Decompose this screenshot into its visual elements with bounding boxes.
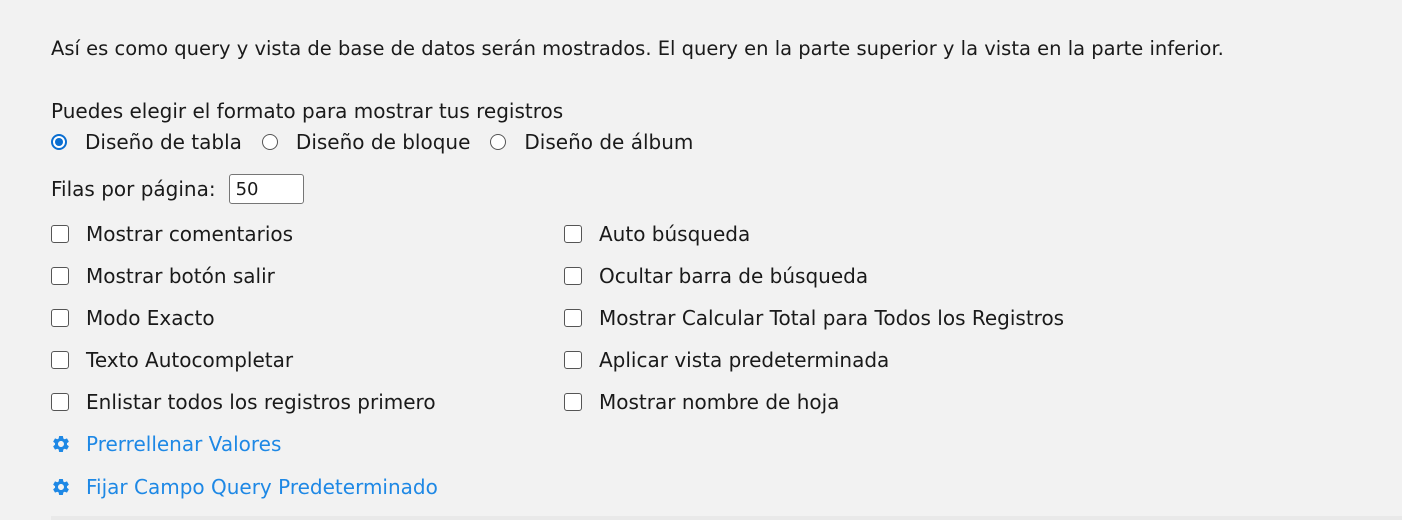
format-radio-group: Diseño de tabla Diseño de bloque Diseño … xyxy=(51,130,713,154)
radio-button[interactable] xyxy=(490,134,507,150)
checkbox[interactable] xyxy=(564,225,582,243)
checkbox[interactable] xyxy=(564,267,582,285)
prefill-values-label: Prerrellenar Valores xyxy=(86,432,282,456)
checkbox[interactable] xyxy=(51,267,69,285)
radio-button[interactable] xyxy=(261,134,278,150)
checkbox-exact-mode[interactable]: Modo Exacto xyxy=(51,306,215,330)
checkbox-label: Mostrar Calcular Total para Todos los Re… xyxy=(599,306,1065,330)
checkbox-label: Aplicar vista predeterminada xyxy=(599,348,890,372)
checkbox[interactable] xyxy=(51,309,69,327)
radio-label: Diseño de álbum xyxy=(524,130,694,154)
prefill-values-link[interactable]: Prerrellenar Valores xyxy=(51,432,281,456)
checkbox-label: Modo Exacto xyxy=(86,306,215,330)
set-default-query-field-link[interactable]: Fijar Campo Query Predeterminado xyxy=(51,475,438,499)
checkbox-show-calculate-total[interactable]: Mostrar Calcular Total para Todos los Re… xyxy=(564,306,1064,330)
radio-label: Diseño de tabla xyxy=(85,130,242,154)
checkbox[interactable] xyxy=(564,393,582,411)
gear-icon xyxy=(53,436,69,452)
rows-per-page-input[interactable] xyxy=(228,174,304,204)
settings-panel: Así es como query y vista de base de dat… xyxy=(0,0,1402,520)
checkbox-auto-search[interactable]: Auto búsqueda xyxy=(564,222,750,246)
checkbox[interactable] xyxy=(51,351,69,369)
radio-album-layout[interactable]: Diseño de álbum xyxy=(490,130,693,154)
radio-block-layout[interactable]: Diseño de bloque xyxy=(261,130,471,154)
checkbox-label: Mostrar nombre de hoja xyxy=(599,390,840,414)
checkbox-show-exit-button[interactable]: Mostrar botón salir xyxy=(51,264,275,288)
intro-text: Así es como query y vista de base de dat… xyxy=(51,37,1224,60)
checkbox-hide-search-bar[interactable]: Ocultar barra de búsqueda xyxy=(564,264,868,288)
checkbox[interactable] xyxy=(51,225,69,243)
rows-per-page-label: Filas por página: xyxy=(51,177,216,201)
checkbox-autocomplete-text[interactable]: Texto Autocompletar xyxy=(51,348,293,372)
checkbox-label: Texto Autocompletar xyxy=(86,348,294,372)
gear-icon xyxy=(53,479,69,495)
checkbox-label: Mostrar comentarios xyxy=(86,222,294,246)
rows-per-page-row: Filas por página: xyxy=(51,174,304,204)
checkbox-label: Ocultar barra de búsqueda xyxy=(599,264,869,288)
checkbox[interactable] xyxy=(564,351,582,369)
radio-button-checked[interactable] xyxy=(51,134,67,150)
checkbox-list-all-first[interactable]: Enlistar todos los registros primero xyxy=(51,390,436,414)
set-default-query-field-label: Fijar Campo Query Predeterminado xyxy=(86,475,438,499)
checkbox-label: Enlistar todos los registros primero xyxy=(86,390,436,414)
checkbox[interactable] xyxy=(51,393,69,411)
checkbox[interactable] xyxy=(564,309,582,327)
radio-label: Diseño de bloque xyxy=(295,130,471,154)
format-label: Puedes elegir el formato para mostrar tu… xyxy=(51,99,564,123)
divider xyxy=(51,516,1402,520)
checkbox-apply-default-view[interactable]: Aplicar vista predeterminada xyxy=(564,348,889,372)
checkbox-show-comments[interactable]: Mostrar comentarios xyxy=(51,222,293,246)
checkbox-label: Auto búsqueda xyxy=(599,222,751,246)
checkbox-show-sheet-name[interactable]: Mostrar nombre de hoja xyxy=(564,390,839,414)
radio-table-layout[interactable]: Diseño de tabla xyxy=(51,130,242,154)
checkbox-label: Mostrar botón salir xyxy=(86,264,275,288)
